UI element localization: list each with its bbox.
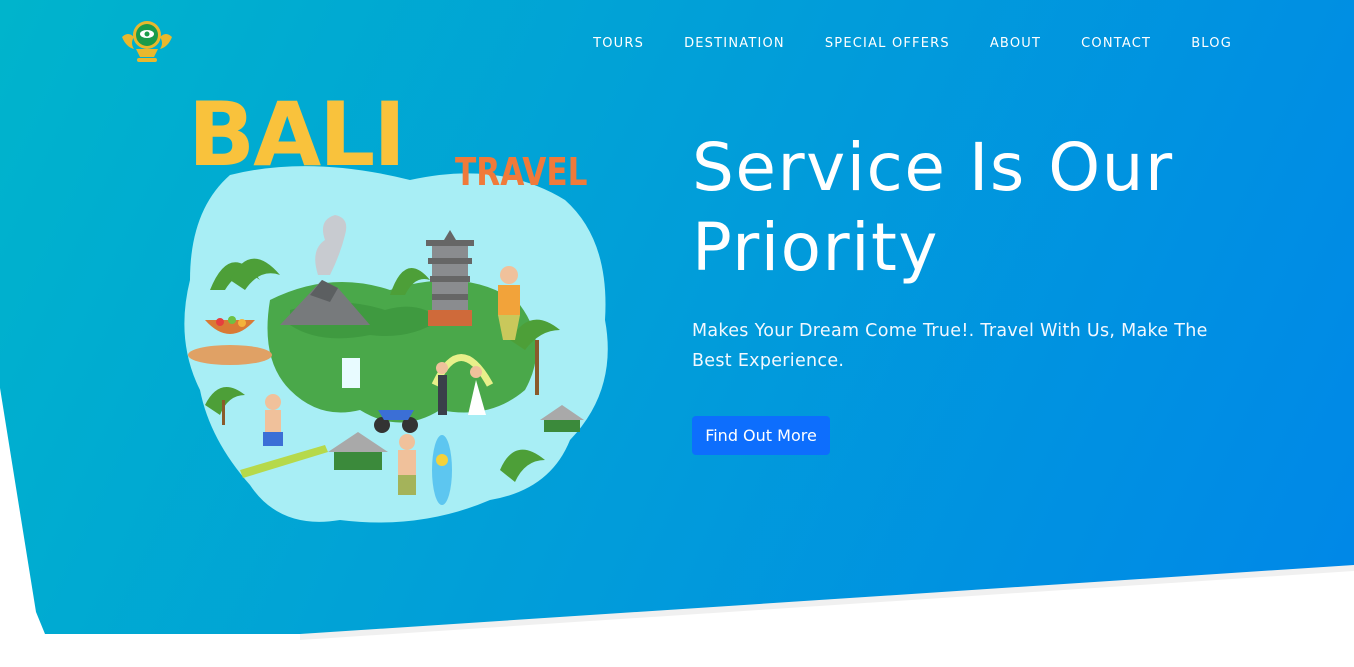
find-out-more-button[interactable]: Find Out More — [692, 416, 830, 455]
bali-travel-illustration: BALI TRAVEL — [170, 90, 615, 535]
nav-item-destination: DESTINATION — [684, 32, 785, 51]
nav-link-about[interactable]: ABOUT — [990, 36, 1041, 51]
nav-item-special-offers: SPECIAL OFFERS — [825, 32, 950, 51]
nav-link-blog[interactable]: BLOG — [1191, 36, 1232, 51]
hero-subtext: Makes Your Dream Come True!. Travel With… — [692, 321, 1208, 371]
nav-link-tours[interactable]: TOURS — [593, 36, 644, 51]
garuda-crest-logo-icon — [122, 21, 172, 62]
nav-link-special-offers[interactable]: SPECIAL OFFERS — [825, 36, 950, 51]
nav-link-contact[interactable]: CONTACT — [1081, 36, 1151, 51]
travel-wordmark: TRAVEL — [455, 150, 588, 194]
brand-logo-link[interactable] — [120, 17, 174, 65]
hero-headline: Service Is Our Priority — [692, 129, 1174, 286]
nav-item-contact: CONTACT — [1081, 32, 1151, 51]
nav-item-tours: TOURS — [593, 32, 644, 51]
navbar: TOURS DESTINATION SPECIAL OFFERS ABOUT C… — [0, 0, 1354, 80]
nav-item-about: ABOUT — [990, 32, 1041, 51]
bali-wordmark: BALI — [188, 83, 406, 186]
nav-link-destination[interactable]: DESTINATION — [684, 36, 785, 51]
nav-item-blog: BLOG — [1191, 32, 1232, 51]
nav-links: TOURS DESTINATION SPECIAL OFFERS ABOUT C… — [593, 32, 1232, 51]
